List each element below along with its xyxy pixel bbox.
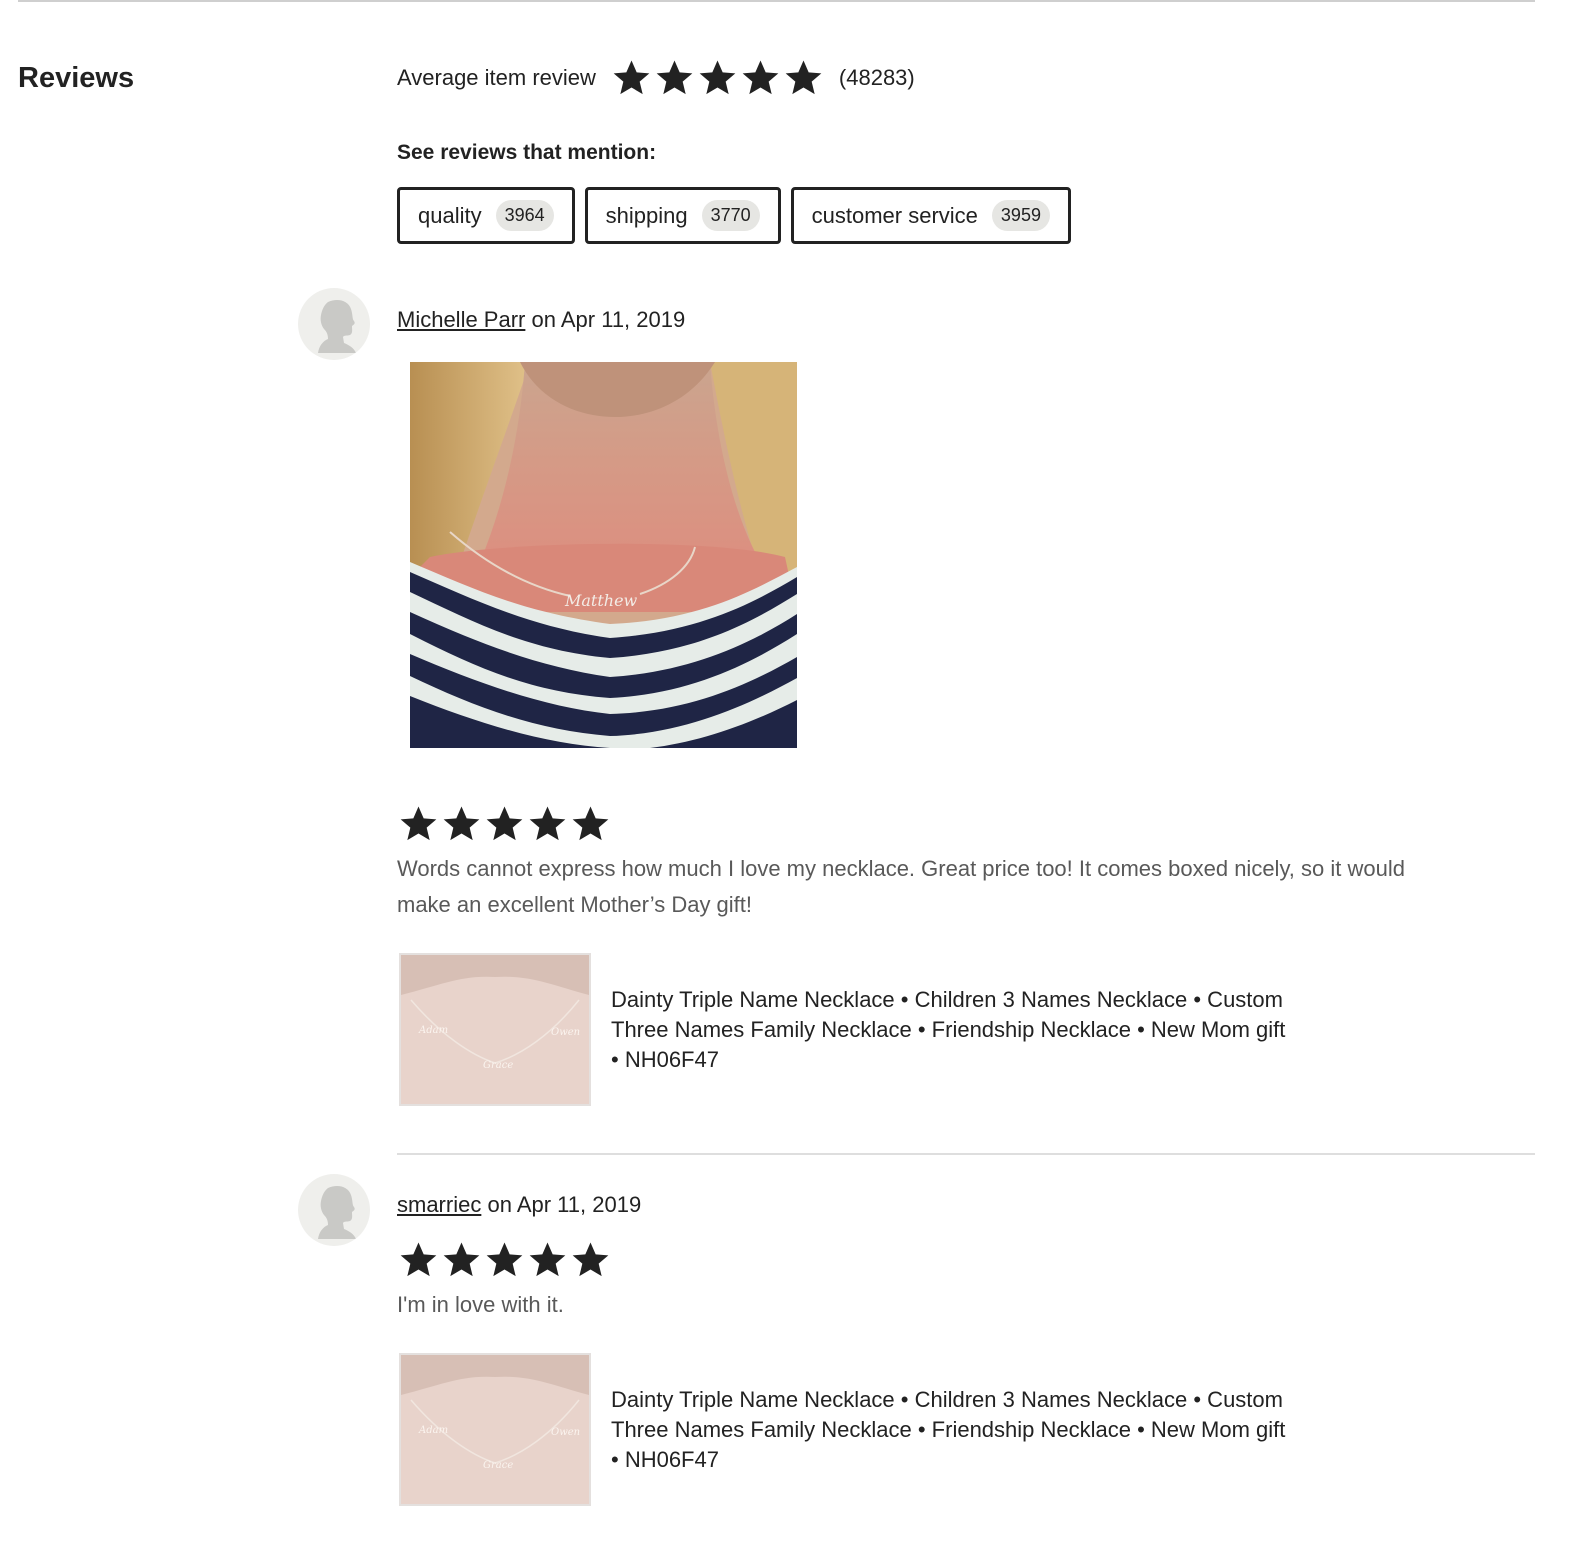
star-icon [443, 1242, 480, 1277]
reviewer-name-link[interactable]: Michelle Parr [397, 307, 525, 332]
svg-text:Owen: Owen [551, 1427, 580, 1438]
item-thumbnail[interactable]: Adam Grace Owen [399, 953, 591, 1106]
review-date: on Apr 11, 2019 [487, 1192, 642, 1217]
user-silhouette-icon [318, 1186, 356, 1239]
top-divider [18, 0, 1535, 2]
purchased-item[interactable]: Adam Grace Owen Dainty Triple Name Neckl… [399, 1353, 1291, 1506]
star-icon [486, 806, 523, 841]
review-text: Words cannot express how much I love my … [397, 856, 1405, 917]
review-count: (48283) [838, 65, 915, 90]
star-icon [400, 806, 437, 841]
svg-text:Grace: Grace [483, 1060, 513, 1071]
average-review-label: Average item review [397, 65, 596, 90]
reviewer-name-link[interactable]: smarriec [397, 1192, 481, 1217]
review-date: on Apr 11, 2019 [531, 307, 686, 332]
svg-text:Grace: Grace [483, 1460, 513, 1471]
svg-text:Adam: Adam [418, 1425, 448, 1436]
chip-count-badge: 3959 [991, 200, 1050, 231]
star-icon [486, 1242, 523, 1277]
svg-text:Owen: Owen [551, 1027, 580, 1038]
star-icon [785, 60, 822, 95]
chip-count-badge: 3770 [701, 200, 760, 231]
svg-text:Adam: Adam [418, 1025, 448, 1036]
user-silhouette-icon [318, 300, 356, 353]
mention-chip-quality[interactable]: quality 3964 [397, 187, 575, 244]
chip-label: quality [418, 202, 482, 228]
star-icon [529, 806, 566, 841]
chip-label: customer service [811, 202, 978, 228]
reviews-heading: Reviews [18, 62, 135, 94]
review-divider [397, 1153, 1535, 1155]
review-rating-stars [397, 1240, 612, 1280]
chip-count-badge: 3964 [495, 200, 554, 231]
star-icon [613, 60, 650, 95]
star-icon [572, 806, 609, 841]
necklace-thumbnail-image: Adam Grace Owen [401, 1355, 589, 1504]
mention-filter-chips: quality 3964 shipping 3770 customer serv… [397, 187, 1071, 244]
average-review-summary: Average item review (48283) [397, 56, 915, 100]
mention-chip-customer-service[interactable]: customer service 3959 [790, 187, 1071, 244]
item-title[interactable]: Dainty Triple Name Necklace • Children 3… [611, 1385, 1291, 1475]
necklace-photo-image: Matthew [410, 362, 797, 748]
star-icon [572, 1242, 609, 1277]
average-rating-stars [610, 58, 825, 98]
star-icon [443, 806, 480, 841]
reviewer-line: smarriec on Apr 11, 2019 [397, 1192, 641, 1218]
star-icon [529, 1242, 566, 1277]
star-icon [699, 60, 736, 95]
star-icon [742, 60, 779, 95]
reviewer-avatar[interactable] [298, 288, 370, 360]
star-icon [656, 60, 693, 95]
chip-label: shipping [605, 202, 688, 228]
review-rating-stars [397, 804, 612, 844]
mention-chip-shipping[interactable]: shipping 3770 [584, 187, 781, 244]
reviewer-line: Michelle Parr on Apr 11, 2019 [397, 307, 685, 333]
star-icon [400, 1242, 437, 1277]
mentions-heading: See reviews that mention: [397, 141, 657, 164]
review-photo[interactable]: Matthew [410, 362, 797, 748]
purchased-item[interactable]: Adam Grace Owen Dainty Triple Name Neckl… [399, 953, 1291, 1106]
item-title[interactable]: Dainty Triple Name Necklace • Children 3… [611, 985, 1291, 1075]
reviewer-avatar[interactable] [298, 1174, 370, 1246]
review-text: I'm in love with it. [397, 1292, 564, 1317]
necklace-thumbnail-image: Adam Grace Owen [401, 955, 589, 1104]
item-thumbnail[interactable]: Adam Grace Owen [399, 1353, 591, 1506]
necklace-name-text: Matthew [564, 591, 638, 610]
